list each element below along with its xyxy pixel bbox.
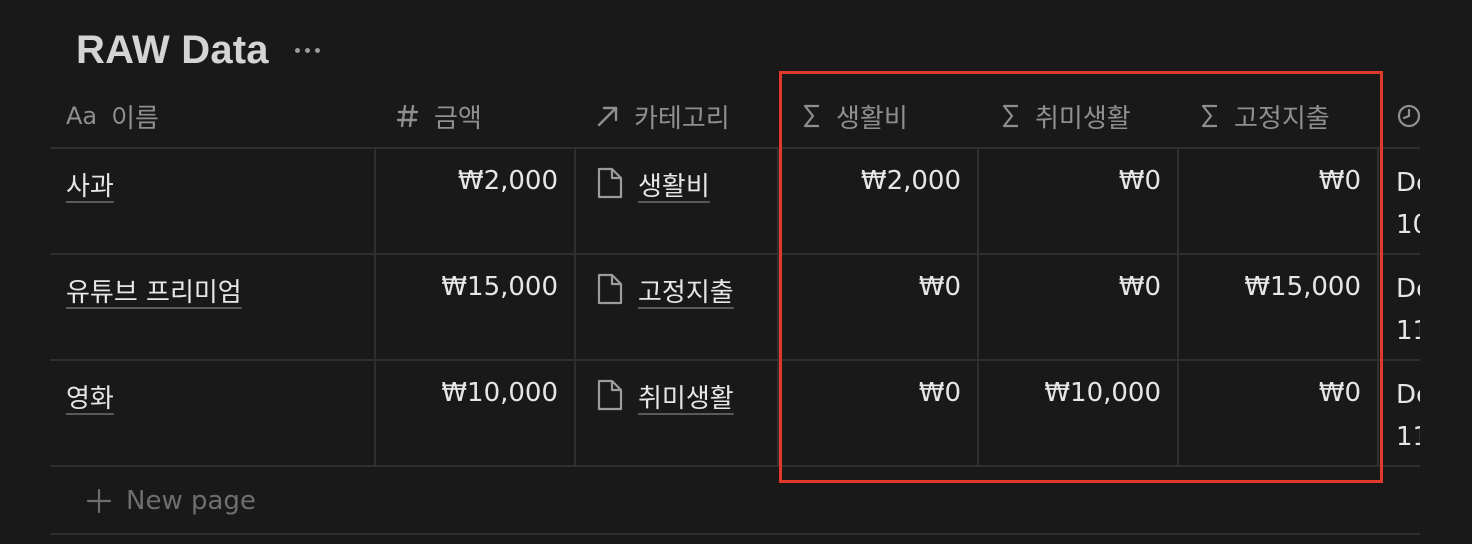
column-header-living[interactable]: 생활비	[802, 84, 908, 148]
category-link[interactable]: 취미생활	[638, 378, 734, 415]
fixed-cell[interactable]: ₩0	[1183, 166, 1361, 196]
clock-icon	[1396, 103, 1420, 129]
number-property-icon	[396, 103, 420, 129]
date-text: De	[1396, 380, 1420, 410]
date-text: 11	[1396, 422, 1420, 452]
fixed-cell[interactable]: ₩15,000	[1183, 272, 1361, 302]
divider	[1377, 149, 1379, 467]
database-page: RAW Data Aa 이름 금액 카테고리 생활비 취미생활 고정지출 사과 …	[0, 0, 1472, 544]
page-icon	[596, 166, 624, 204]
row-name[interactable]: 영화	[66, 378, 114, 415]
divider	[50, 465, 1420, 467]
column-header-label: 고정지출	[1234, 103, 1330, 134]
divider	[374, 149, 376, 467]
divider	[1177, 149, 1179, 467]
column-header-label: 카테고리	[634, 103, 730, 134]
amount-cell[interactable]: ₩2,000	[380, 166, 558, 196]
amount-cell[interactable]: ₩10,000	[380, 378, 558, 408]
column-header-label: 금액	[434, 103, 482, 134]
hobby-cell[interactable]: ₩0	[983, 272, 1161, 302]
new-page-label: New page	[126, 486, 256, 516]
fixed-cell[interactable]: ₩0	[1183, 378, 1361, 408]
category-cell[interactable]: 생활비	[596, 166, 710, 204]
column-header-label: 생활비	[836, 103, 908, 134]
divider	[50, 359, 1420, 361]
date-text: De	[1396, 168, 1420, 198]
divider	[977, 149, 979, 467]
row-name[interactable]: 사과	[66, 166, 114, 203]
date-text: 11	[1396, 316, 1420, 346]
column-header-name[interactable]: Aa 이름	[66, 84, 159, 148]
new-page-button[interactable]: New page	[86, 483, 256, 519]
column-header-label: 취미생활	[1035, 103, 1131, 134]
column-header-amount[interactable]: 금액	[396, 84, 482, 148]
row-name[interactable]: 유튜브 프리미엄	[66, 272, 242, 309]
date-cell[interactable]: De 10	[1396, 162, 1420, 246]
database-table: Aa 이름 금액 카테고리 생활비 취미생활 고정지출 사과 ₩2,000 생활…	[50, 84, 1420, 544]
date-cell[interactable]: De 11	[1396, 374, 1420, 458]
sigma-icon	[802, 103, 822, 129]
sigma-icon	[1001, 103, 1021, 129]
divider	[50, 253, 1420, 255]
column-header-date[interactable]	[1396, 84, 1420, 148]
divider	[777, 149, 779, 467]
living-cell[interactable]: ₩2,000	[783, 166, 961, 196]
more-options-icon[interactable]	[294, 47, 320, 53]
category-cell[interactable]: 고정지출	[596, 272, 734, 310]
category-link[interactable]: 생활비	[638, 166, 710, 203]
text-property-icon: Aa	[66, 102, 98, 130]
amount-cell[interactable]: ₩15,000	[380, 272, 558, 302]
category-link[interactable]: 고정지출	[638, 272, 734, 309]
column-header-label: 이름	[111, 103, 159, 134]
living-cell[interactable]: ₩0	[783, 378, 961, 408]
plus-icon	[86, 488, 112, 514]
page-icon	[596, 272, 624, 310]
date-text: De	[1396, 274, 1420, 304]
category-cell[interactable]: 취미생활	[596, 378, 734, 416]
title-row: RAW Data	[76, 26, 320, 74]
column-header-category[interactable]: 카테고리	[596, 84, 730, 148]
hobby-cell[interactable]: ₩0	[983, 166, 1161, 196]
relation-arrow-icon	[596, 104, 620, 128]
page-title[interactable]: RAW Data	[76, 28, 269, 73]
living-cell[interactable]: ₩0	[783, 272, 961, 302]
date-text: 10	[1396, 210, 1420, 240]
sigma-icon	[1200, 103, 1220, 129]
divider	[574, 149, 576, 467]
divider	[50, 533, 1420, 535]
page-icon	[596, 378, 624, 416]
hobby-cell[interactable]: ₩10,000	[983, 378, 1161, 408]
column-header-hobby[interactable]: 취미생활	[1001, 84, 1131, 148]
date-cell[interactable]: De 11	[1396, 268, 1420, 352]
column-header-fixed[interactable]: 고정지출	[1200, 84, 1330, 148]
